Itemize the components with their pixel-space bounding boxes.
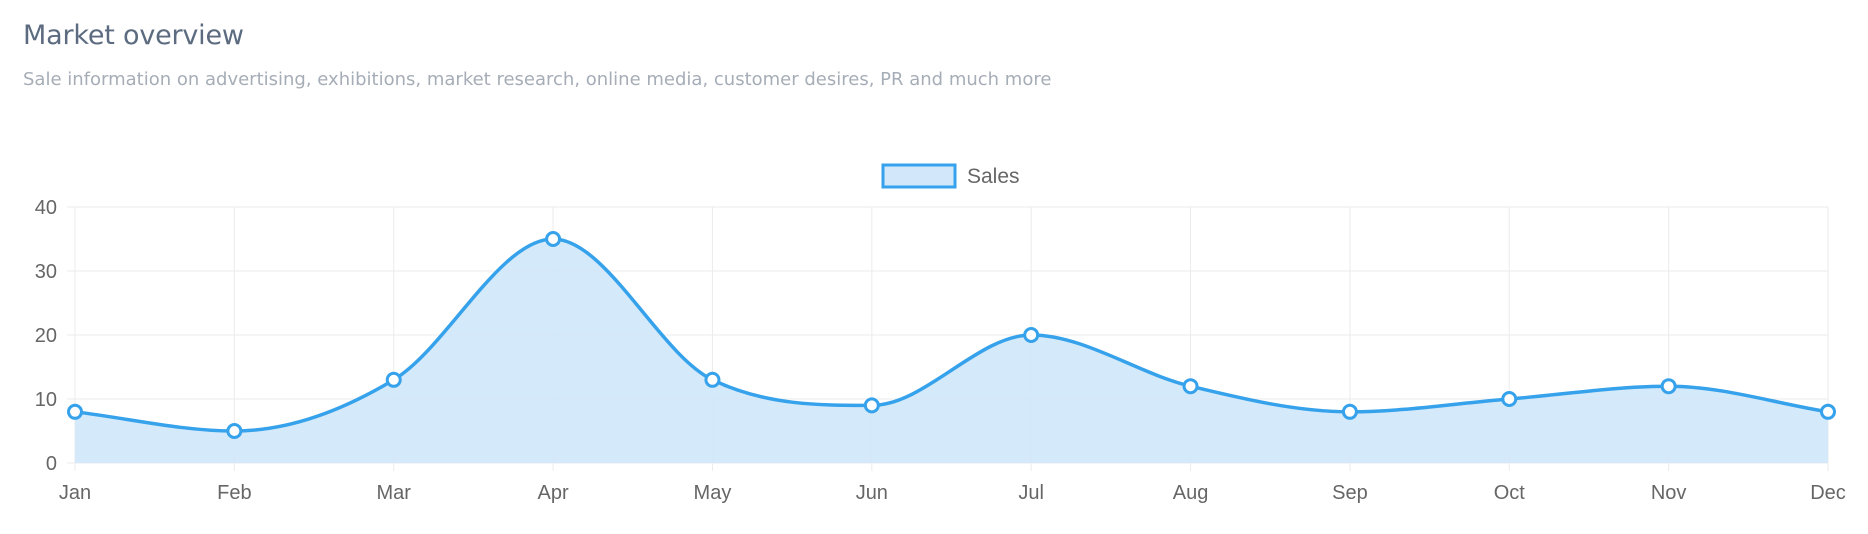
x-tick-label: Jul [1018, 482, 1044, 504]
data-point [1182, 378, 1199, 395]
y-tick-label: 30 [35, 261, 57, 283]
x-tick-label: May [694, 482, 732, 504]
x-tick-label: Aug [1173, 482, 1209, 504]
data-point [1023, 327, 1040, 343]
data-point [1501, 391, 1518, 407]
data-point [1341, 403, 1358, 420]
x-tick-label: Sep [1332, 482, 1368, 504]
x-tick-label: Jun [856, 482, 888, 504]
x-tick-label: Dec [1810, 482, 1846, 504]
sales-chart: 0 10 20 30 40 Jan Feb Mar Apr May Jun Jul Aug Sep Oct N… [35, 163, 1846, 504]
data-point [226, 423, 243, 439]
y-tick-label: 10 [35, 389, 57, 411]
data-point [863, 397, 880, 414]
x-tick-label: Mar [377, 482, 412, 504]
y-tick-label: 20 [35, 325, 57, 347]
x-tick-label: Feb [217, 482, 251, 504]
data-point [545, 231, 562, 247]
x-tick-label: Oct [1494, 482, 1526, 504]
data-point [1820, 403, 1836, 420]
y-tick-label: 0 [46, 453, 57, 475]
sales-area-fill [75, 239, 1828, 463]
data-point [67, 403, 83, 420]
legend: Sales [881, 163, 1020, 189]
data-point [1660, 378, 1677, 395]
x-tick-label: Nov [1651, 482, 1687, 504]
legend-label: Sales [967, 165, 1020, 188]
x-tick-label: Jan [59, 482, 91, 504]
y-tick-label: 40 [35, 197, 57, 219]
y-axis-ticks: 0 10 20 30 40 [35, 197, 57, 475]
legend-swatch [881, 163, 957, 189]
x-tick-label: Apr [538, 482, 569, 504]
x-axis-ticks: Jan Feb Mar Apr May Jun Jul Aug Sep Oct Nov Dec [59, 482, 1846, 504]
data-point [704, 371, 721, 388]
data-point [385, 371, 402, 388]
